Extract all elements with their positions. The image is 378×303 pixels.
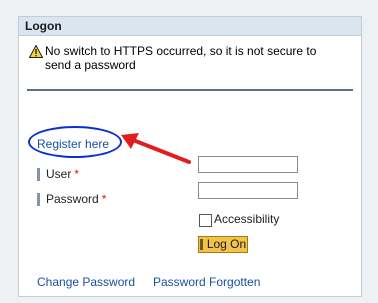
change-password-link[interactable]: Change Password [37, 275, 135, 289]
logon-button[interactable]: Log On [198, 236, 248, 253]
password-label: Password * [37, 192, 107, 207]
user-input[interactable] [198, 156, 298, 173]
panel-title: Logon [19, 17, 361, 36]
register-link[interactable]: Register here [37, 137, 109, 151]
warning-icon [29, 45, 43, 58]
field-indicator [37, 193, 40, 207]
annotation-arrow-icon [121, 133, 191, 164]
accessibility-checkbox[interactable] [199, 214, 212, 227]
password-forgotten-link[interactable]: Password Forgotten [153, 275, 260, 289]
logon-panel: Logon No switch to HTTPS occurred, so it… [18, 16, 362, 297]
user-label: User * [37, 167, 80, 182]
warning-message: No switch to HTTPS occurred, so it is no… [27, 41, 353, 91]
required-marker: * [74, 167, 80, 181]
password-input[interactable] [198, 182, 298, 199]
warning-text: No switch to HTTPS occurred, so it is no… [45, 44, 317, 72]
required-marker: * [101, 192, 107, 206]
accessibility-label: Accessibility [214, 212, 280, 226]
field-indicator [37, 168, 40, 182]
